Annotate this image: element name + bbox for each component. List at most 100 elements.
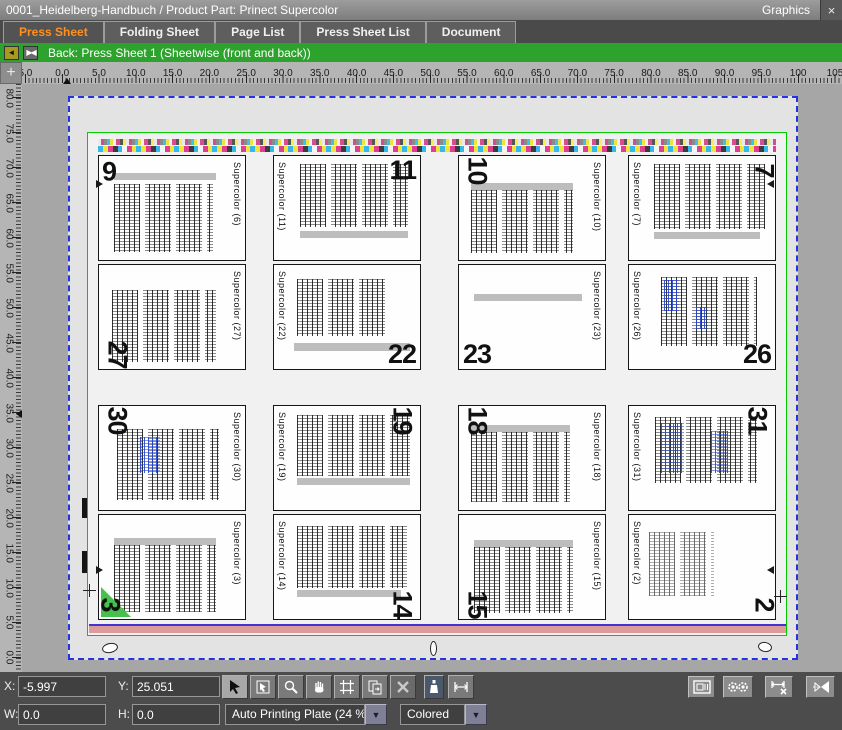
y-label: Y: [118, 676, 129, 697]
pan-hand-icon [311, 679, 327, 695]
side-guide-mark [767, 180, 774, 188]
y-coordinate-field[interactable] [132, 676, 220, 697]
title-bar: 0001_Heidelberg-Handbuch / Product Part:… [0, 0, 842, 20]
page-31-thumbnail[interactable]: 31 Supercolor (31) [628, 405, 776, 511]
hruler-major-ticks [25, 74, 842, 83]
tab-press-sheet[interactable]: Press Sheet [3, 21, 104, 43]
x-coordinate-field[interactable] [18, 676, 106, 697]
vertical-ruler: 80.075.070.065.060.055.050.045.040.035.0… [0, 84, 22, 672]
flip-view-button[interactable] [806, 676, 835, 698]
page-2-thumbnail[interactable]: 2 Supercolor (2) [628, 514, 776, 620]
graphics-label: Graphics [762, 3, 820, 17]
page-14-thumbnail[interactable]: 14 Supercolor (14) [273, 514, 421, 620]
punch-hole-mark [757, 641, 773, 653]
page-11-thumbnail[interactable]: 11 Supercolor (11) [273, 155, 421, 261]
page-label: Supercolor (31) [632, 412, 642, 482]
copy-pages-icon [367, 679, 383, 695]
sheet-slug-line: 0001_Heidelberg-Handbuch - Back - Press … [89, 624, 786, 633]
page-label: Supercolor (26) [632, 271, 642, 341]
flip-view-icon [811, 679, 831, 695]
select-arrow-icon [227, 679, 243, 695]
printing-plate-selection[interactable]: 6 Supercolor (6) 11 Supercolor (11) 10 S… [68, 96, 798, 660]
collating-bar-mark [82, 498, 87, 518]
height-field[interactable] [132, 704, 220, 725]
ruler-origin-button[interactable]: + [0, 62, 22, 84]
page-label: Supercolor (6) [232, 162, 242, 226]
prev-sheet-icon[interactable]: ◄ [4, 46, 19, 60]
ink-bottle-icon [427, 679, 441, 695]
page-label: Supercolor (27) [232, 271, 242, 341]
color-mode-dropdown[interactable]: Colored [400, 704, 465, 725]
width-field[interactable] [18, 704, 106, 725]
tab-press-sheet-list[interactable]: Press Sheet List [300, 21, 425, 43]
page-7-thumbnail[interactable]: 7 Supercolor (7) [628, 155, 776, 261]
select-arrow-tool[interactable] [222, 675, 248, 699]
press-sheet[interactable]: 6 Supercolor (6) 11 Supercolor (11) 10 S… [87, 132, 787, 636]
page-22-thumbnail[interactable]: 22 Supercolor (22) [273, 264, 421, 370]
page-3-thumbnail[interactable]: 3 Supercolor (3) [98, 514, 246, 620]
page-number: 7 [750, 163, 777, 177]
imposition-canvas[interactable]: 6 Supercolor (6) 11 Supercolor (11) 10 S… [22, 84, 842, 672]
punch-hole-mark [430, 641, 437, 656]
page-number: 18 [464, 406, 491, 434]
collating-bar-mark [82, 551, 87, 573]
page-label: Supercolor (18) [592, 412, 602, 482]
page-number: 22 [388, 341, 416, 368]
page-number: 26 [743, 341, 771, 368]
plate-preview-icon [693, 680, 711, 694]
prinect-window: 0001_Heidelberg-Handbuch / Product Part:… [0, 0, 842, 730]
back-sheet-label: Back: Press Sheet 1 (Sheetwise (front an… [48, 46, 311, 60]
status-toolbar: X: Y: W: H: [0, 672, 842, 730]
measure-icon [453, 679, 469, 695]
zoom-tool[interactable] [278, 675, 304, 699]
punch-hole-mark [101, 641, 119, 654]
render-mode-dropdown[interactable]: Auto Printing Plate (24 %) [225, 704, 365, 725]
delete-tool[interactable] [390, 675, 416, 699]
vruler-major-ticks [12, 97, 21, 672]
measure-tool[interactable] [448, 675, 474, 699]
side-guide-mark [96, 180, 103, 188]
page-27-thumbnail[interactable]: 27 Supercolor (27) [98, 264, 246, 370]
object-select-tool[interactable] [250, 675, 276, 699]
page-18-thumbnail[interactable]: 18 Supercolor (18) [458, 405, 606, 511]
close-icon[interactable]: × [820, 0, 842, 20]
page-6-thumbnail[interactable]: 6 Supercolor (6) [98, 155, 246, 261]
delete-measurement-button[interactable] [765, 676, 793, 698]
delete-x-icon [395, 679, 411, 695]
page-number: 23 [463, 341, 491, 368]
page-label: Supercolor (10) [592, 162, 602, 232]
page-number: 2 [750, 597, 777, 611]
plate-preview-button[interactable] [688, 676, 715, 698]
crop-frame-tool[interactable] [334, 675, 360, 699]
page-number: 11 [389, 157, 416, 184]
page-15-thumbnail[interactable]: 15 Supercolor (15) [458, 514, 606, 620]
page-number: 30 [104, 406, 131, 434]
measure-delete-icon [770, 679, 788, 695]
side-guide-mark [767, 566, 774, 574]
window-title: 0001_Heidelberg-Handbuch / Product Part:… [0, 3, 762, 17]
page-label: Supercolor (22) [277, 271, 287, 341]
tab-folding-sheet[interactable]: Folding Sheet [104, 21, 215, 43]
side-guide-mark [96, 566, 103, 574]
page-label: Supercolor (7) [632, 162, 642, 226]
page-26-thumbnail[interactable]: 26 Supercolor (26) [628, 264, 776, 370]
chevron-down-icon[interactable]: ▼ [465, 704, 487, 725]
chevron-down-icon[interactable]: ▼ [365, 704, 387, 725]
next-sheet-icon[interactable]: ▶◀ [23, 46, 38, 60]
ink-zone-tool[interactable] [424, 675, 444, 699]
horizontal-ruler: 5.00.05.010.015.020.025.030.035.040.045.… [22, 62, 842, 84]
settings-button[interactable] [723, 676, 753, 698]
page-19-thumbnail[interactable]: 19 Supercolor (19) [273, 405, 421, 511]
copy-pages-tool[interactable] [362, 675, 388, 699]
object-select-icon [255, 679, 271, 695]
page-number: 31 [743, 406, 770, 434]
tab-page-list[interactable]: Page List [215, 21, 300, 43]
gears-icon [727, 680, 749, 694]
page-30-thumbnail[interactable]: 30 Supercolor (30) [98, 405, 246, 511]
page-10-thumbnail[interactable]: 10 Supercolor (10) [458, 155, 606, 261]
page-number: 19 [388, 406, 415, 434]
tab-document[interactable]: Document [426, 21, 517, 43]
page-label: Supercolor (30) [232, 412, 242, 482]
pan-hand-tool[interactable] [306, 675, 332, 699]
page-23-thumbnail[interactable]: 23 Supercolor (23) [458, 264, 606, 370]
